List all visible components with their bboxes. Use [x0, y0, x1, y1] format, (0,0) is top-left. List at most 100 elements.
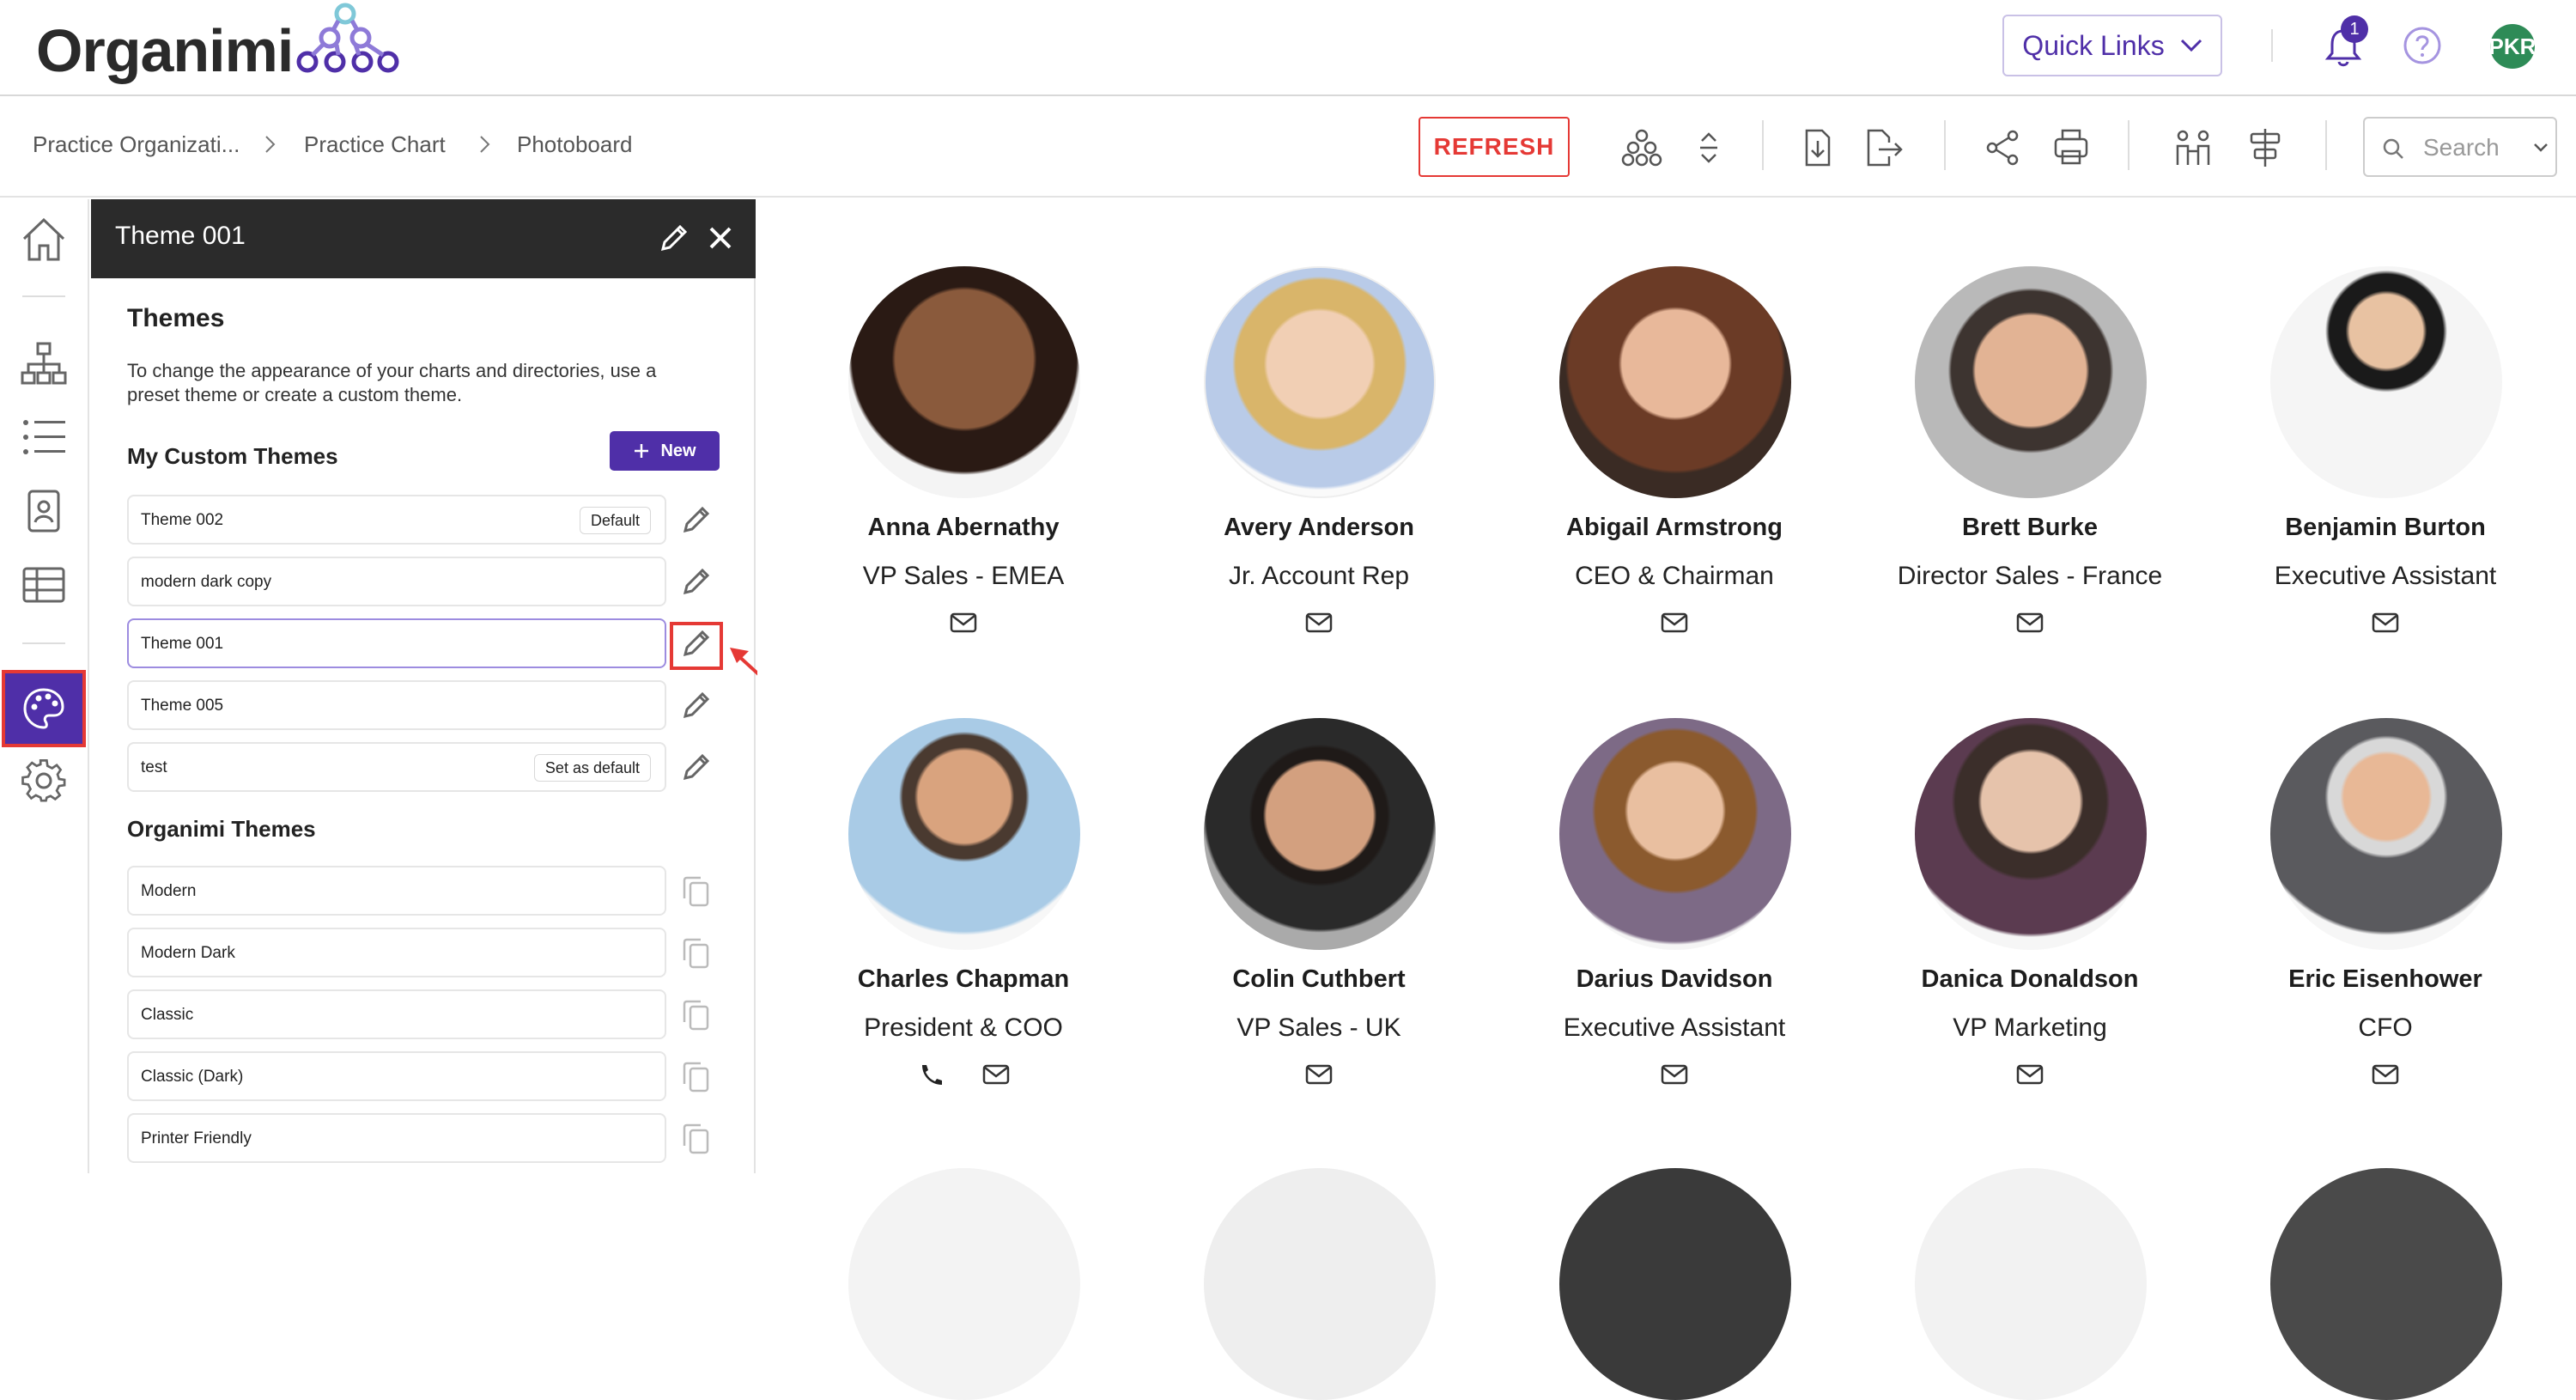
person-photo: [1204, 718, 1436, 950]
copy-icon[interactable]: [682, 874, 711, 907]
email-icon[interactable]: [2016, 612, 2044, 634]
new-theme-button[interactable]: New: [610, 431, 720, 471]
breadcrumb-organization[interactable]: Practice Organizati...: [33, 129, 240, 160]
set-as-default-button[interactable]: Set as default: [533, 754, 651, 782]
notification-badge: 1: [2341, 15, 2368, 43]
align-icon[interactable]: [2245, 127, 2286, 168]
email-icon[interactable]: [1661, 612, 1688, 634]
table-icon[interactable]: [19, 560, 69, 610]
person-title: President & COO: [864, 1013, 1063, 1042]
pencil-icon[interactable]: [680, 565, 713, 598]
share-icon[interactable]: [1982, 127, 2023, 168]
close-icon[interactable]: [704, 222, 737, 254]
panel-header: Theme 001: [91, 199, 756, 278]
help-icon[interactable]: [2403, 26, 2442, 65]
person-photo: [2270, 266, 2502, 498]
person-card[interactable]: Avery Anderson Jr. Account Rep: [1147, 266, 1491, 696]
custom-theme-row[interactable]: modern dark copy: [127, 557, 666, 606]
copy-icon[interactable]: [682, 998, 711, 1031]
brand-name[interactable]: Organimi: [36, 12, 294, 89]
copy-icon[interactable]: [682, 1122, 711, 1154]
list-icon[interactable]: [19, 412, 69, 462]
search-input[interactable]: Search: [2363, 117, 2557, 177]
theme-name: Classic: [141, 1006, 194, 1024]
person-card[interactable]: Eric Eisenhower CFO: [2214, 718, 2557, 1147]
person-photo: [1915, 718, 2147, 950]
caret-down-icon[interactable]: [2533, 143, 2549, 153]
gear-icon[interactable]: [19, 756, 69, 806]
person-card[interactable]: Abigail Armstrong CEO & Chairman: [1503, 266, 1846, 696]
directory-icon[interactable]: [19, 486, 69, 536]
email-icon[interactable]: [950, 612, 977, 634]
phone-icon[interactable]: [917, 1063, 945, 1086]
theme-name: Theme 001: [141, 635, 224, 653]
pencil-icon[interactable]: [658, 222, 690, 254]
person-card[interactable]: Brett Burke Director Sales - France: [1858, 266, 2202, 696]
theme-name: Modern Dark: [141, 944, 235, 962]
person-photo: [848, 266, 1080, 498]
download-icon[interactable]: [1796, 127, 1838, 168]
pencil-icon[interactable]: [680, 503, 713, 536]
quick-links-button[interactable]: Quick Links: [2002, 15, 2222, 76]
pencil-icon[interactable]: [680, 689, 713, 721]
divider: [22, 642, 65, 644]
person-card[interactable]: Anna Abernathy VP Sales - EMEA: [792, 266, 1135, 696]
divider: [1944, 120, 1946, 170]
person-photo: [1559, 1168, 1791, 1400]
chart-layout-icon[interactable]: [1621, 127, 1662, 168]
copy-icon[interactable]: [682, 936, 711, 969]
email-icon[interactable]: [1305, 612, 1333, 634]
person-title: Jr. Account Rep: [1228, 562, 1410, 590]
email-icon[interactable]: [2372, 612, 2399, 634]
person-name: Abigail Armstrong: [1566, 514, 1783, 541]
copy-icon[interactable]: [682, 1060, 711, 1093]
person-card[interactable]: Darius Davidson Executive Assistant: [1503, 718, 1846, 1147]
export-icon[interactable]: [1863, 127, 1905, 168]
people-icon[interactable]: [2172, 127, 2214, 168]
new-theme-label: New: [660, 441, 696, 460]
top-bar: Organimi Quick Links 1 PKR: [0, 0, 2576, 96]
email-icon[interactable]: [1661, 1063, 1688, 1086]
person-name: Charles Chapman: [857, 965, 1070, 993]
avatar[interactable]: PKR: [2489, 24, 2536, 69]
theme-name: modern dark copy: [141, 573, 272, 591]
person-name: Danica Donaldson: [1921, 965, 2139, 993]
email-icon[interactable]: [1305, 1063, 1333, 1086]
brand-logo-icon: [289, 2, 402, 74]
email-icon[interactable]: [982, 1063, 1010, 1086]
person-card[interactable]: Charles Chapman President & COO: [792, 718, 1135, 1147]
toolbar: Practice Organizati... Practice Chart Ph…: [0, 96, 2576, 198]
person-photo: [2270, 718, 2502, 950]
print-icon[interactable]: [2050, 127, 2092, 168]
chevron-right-icon: [474, 134, 495, 155]
email-icon[interactable]: [2016, 1063, 2044, 1086]
refresh-button[interactable]: REFRESH: [1419, 117, 1570, 177]
breadcrumb-chart[interactable]: Practice Chart: [304, 129, 446, 160]
custom-theme-row[interactable]: Theme 002 Default: [127, 495, 666, 545]
theme-name: Theme 002: [141, 511, 224, 529]
person-card[interactable]: Danica Donaldson VP Marketing: [1858, 718, 2202, 1147]
custom-theme-row[interactable]: test Set as default: [127, 742, 666, 792]
person-title: Director Sales - France: [1897, 562, 2163, 590]
person-photo: [848, 1168, 1080, 1400]
organimi-theme-row[interactable]: Classic: [127, 989, 666, 1039]
plus-icon: [635, 444, 649, 458]
custom-theme-row-selected[interactable]: Theme 001: [127, 618, 666, 668]
home-icon[interactable]: [19, 215, 69, 265]
person-card[interactable]: Benjamin Burton Executive Assistant: [2214, 266, 2557, 696]
email-icon[interactable]: [2372, 1063, 2399, 1086]
chevron-right-icon: [259, 134, 280, 155]
org-chart-icon[interactable]: [19, 338, 69, 388]
person-card[interactable]: Colin Cuthbert VP Sales - UK: [1147, 718, 1491, 1147]
theme-nav-button[interactable]: [2, 670, 86, 747]
person-photo: [1559, 718, 1791, 950]
expand-collapse-icon[interactable]: [1688, 127, 1729, 168]
organimi-theme-row[interactable]: Modern Dark: [127, 928, 666, 977]
organimi-theme-row[interactable]: Printer Friendly: [127, 1113, 666, 1163]
organimi-theme-row[interactable]: Modern: [127, 866, 666, 916]
custom-theme-row[interactable]: Theme 005: [127, 680, 666, 730]
organimi-theme-row[interactable]: Classic (Dark): [127, 1051, 666, 1101]
edit-highlight-box: [670, 622, 723, 670]
pencil-icon[interactable]: [680, 751, 713, 783]
divider: [2325, 120, 2327, 170]
